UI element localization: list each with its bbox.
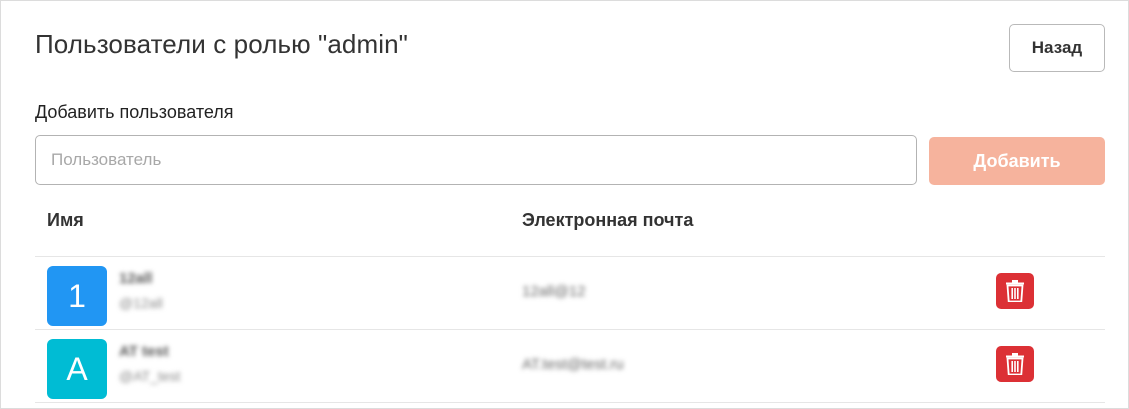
delete-user-button[interactable]: [996, 346, 1034, 382]
column-header-email: Электронная почта: [522, 210, 694, 230]
user-email: AT.test@test.ru: [522, 356, 624, 373]
avatar-letter: 1: [68, 277, 86, 314]
trash-icon: [1006, 353, 1024, 375]
trash-icon: [1006, 280, 1024, 302]
user-login: @AT_test: [119, 368, 181, 384]
table-divider: [35, 402, 1105, 403]
table-row: A AT test @AT_test AT.test@test.ru: [35, 330, 1105, 402]
user-login: @12all: [119, 295, 163, 311]
back-button[interactable]: Назад: [1009, 24, 1105, 72]
avatar: A: [47, 339, 107, 399]
user-email: 12all@12: [522, 283, 586, 300]
column-header-name: Имя: [47, 210, 84, 230]
user-search-input[interactable]: [35, 135, 917, 185]
avatar-letter: A: [66, 350, 88, 387]
page-title: Пользователи с ролью "admin": [35, 29, 409, 59]
role-users-card: Пользователи с ролью "admin" Назад Добав…: [0, 0, 1129, 409]
delete-user-button[interactable]: [996, 273, 1034, 309]
add-user-label: Добавить пользователя: [35, 102, 234, 122]
user-name: 12all: [119, 270, 153, 287]
user-name: AT test: [119, 343, 169, 360]
add-user-button[interactable]: Добавить: [929, 137, 1105, 185]
table-row: 1 12all @12all 12all@12: [35, 257, 1105, 329]
avatar: 1: [47, 266, 107, 326]
